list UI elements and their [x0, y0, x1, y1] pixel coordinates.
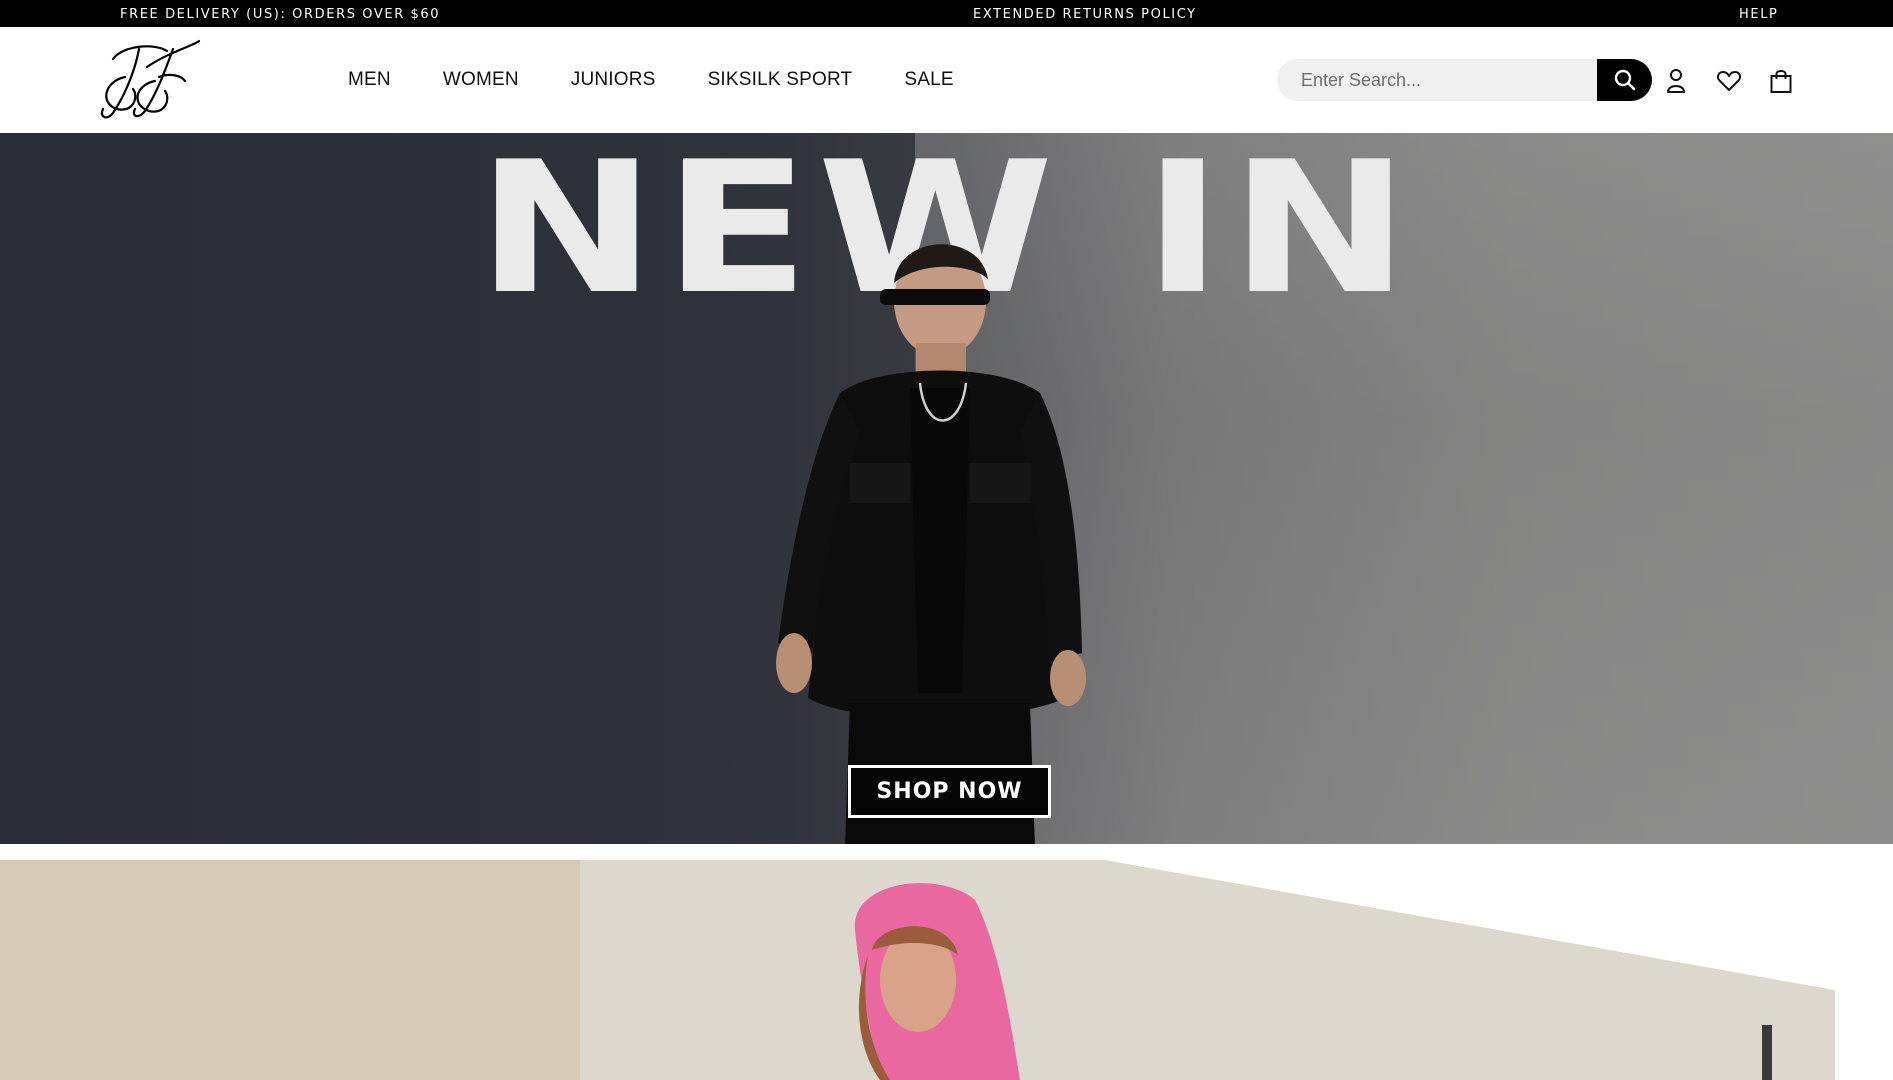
account-icon	[1667, 69, 1685, 93]
bag-button[interactable]	[1765, 65, 1797, 97]
hero-model-image	[776, 244, 1086, 844]
wishlist-button[interactable]	[1713, 65, 1745, 97]
hero-women-banner[interactable]	[0, 860, 1893, 1080]
wishlist-icon	[1716, 71, 1742, 91]
nav-sale[interactable]: SALE	[904, 69, 953, 91]
help-link[interactable]: HELP	[1739, 7, 1778, 22]
bag-icon	[1770, 70, 1792, 93]
siksilk-logo[interactable]	[95, 37, 205, 123]
returns-policy-text[interactable]: EXTENDED RETURNS POLICY	[973, 7, 1197, 22]
account-button[interactable]	[1660, 65, 1692, 97]
nav-juniors[interactable]: JUNIORS	[571, 69, 656, 91]
search-button[interactable]	[1597, 59, 1652, 101]
nav-men[interactable]: MEN	[348, 69, 391, 91]
site-header: MEN WOMEN JUNIORS SIKSILK SPORT SALE	[0, 27, 1893, 133]
women-banner-image	[0, 860, 1835, 1080]
shop-now-button[interactable]: SHOP NOW	[848, 765, 1051, 818]
search-bar	[1277, 59, 1652, 101]
announcement-bar: FREE DELIVERY (US): ORDERS OVER $60 EXTE…	[0, 0, 1893, 27]
main-nav: MEN WOMEN JUNIORS SIKSILK SPORT SALE	[348, 69, 1006, 91]
nav-siksilk-sport[interactable]: SIKSILK SPORT	[708, 69, 853, 91]
search-input[interactable]	[1277, 59, 1601, 101]
free-delivery-text[interactable]: FREE DELIVERY (US): ORDERS OVER $60	[120, 7, 440, 22]
nav-women[interactable]: WOMEN	[443, 69, 519, 91]
search-icon	[1614, 69, 1635, 91]
hero-new-in[interactable]: NEW IN SHOP NOW	[0, 133, 1893, 844]
